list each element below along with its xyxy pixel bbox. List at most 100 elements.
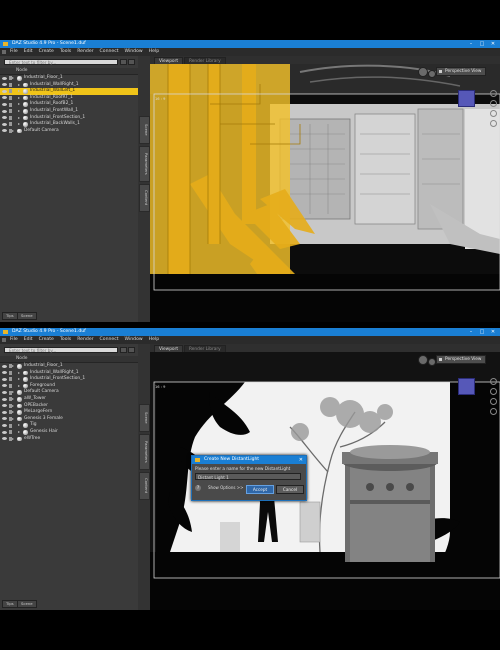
visibility-eye-icon[interactable]	[2, 109, 7, 113]
lock-icon[interactable]	[9, 430, 12, 435]
scene-tree-row[interactable]: ▸ Genesis 3 Female	[0, 416, 138, 422]
menu-window[interactable]: Window	[122, 48, 146, 56]
visibility-eye-icon[interactable]	[2, 364, 7, 368]
scene-tree-row[interactable]: ▸ Industrial_Floor_1	[0, 363, 138, 369]
scene-tree-row[interactable]: ▸ Industrial_WallLeft_1	[0, 88, 138, 95]
visibility-eye-icon[interactable]	[2, 410, 7, 414]
lock-icon[interactable]	[9, 95, 12, 100]
tab-scene[interactable]: Scene	[17, 312, 37, 320]
minimize-button[interactable]: –	[466, 328, 476, 336]
tab-tips[interactable]: Tips	[2, 600, 18, 608]
visibility-eye-icon[interactable]	[2, 129, 7, 133]
expand-arrow-icon[interactable]: ▸	[18, 108, 20, 114]
camera-orbit-icon[interactable]	[418, 67, 428, 77]
expand-arrow-icon[interactable]: ▸	[12, 416, 14, 422]
expand-arrow-icon[interactable]: ▸	[18, 121, 20, 127]
view-cube-icon[interactable]	[458, 378, 475, 395]
rotate-view-icon[interactable]	[490, 90, 497, 97]
expand-arrow-icon[interactable]: ▸	[12, 363, 14, 369]
scene-tree-row[interactable]: ▸ OPEBacker	[0, 403, 138, 409]
dialog-close-button[interactable]: ✕	[299, 456, 303, 464]
rotate-view-icon[interactable]	[490, 378, 497, 385]
lock-icon[interactable]	[9, 370, 12, 375]
menu-edit[interactable]: Edit	[21, 48, 36, 56]
scene-tree-row[interactable]: ▸ Genesis Hair	[0, 429, 138, 435]
expand-arrow-icon[interactable]: ▸	[12, 396, 14, 402]
expand-arrow-icon[interactable]: ▸	[12, 75, 14, 81]
expand-arrow-icon[interactable]: ▸	[18, 429, 20, 435]
help-icon[interactable]: ?	[195, 485, 201, 491]
zoom-view-icon[interactable]	[490, 398, 497, 405]
visibility-eye-icon[interactable]	[2, 384, 7, 388]
lock-icon[interactable]	[9, 102, 12, 107]
expand-arrow-icon[interactable]: ▸	[18, 422, 20, 428]
menu-render[interactable]: Render	[74, 336, 96, 344]
lock-icon[interactable]	[9, 423, 12, 428]
visibility-eye-icon[interactable]	[2, 371, 7, 375]
lock-icon[interactable]	[9, 122, 12, 127]
expand-arrow-icon[interactable]: ▸	[18, 95, 20, 101]
scene-tree-row[interactable]: ▸ Industrial_RoofB2_1	[0, 101, 138, 107]
visibility-eye-icon[interactable]	[2, 377, 7, 381]
visibility-eye-icon[interactable]	[2, 397, 7, 401]
menu-connect[interactable]: Connect	[97, 48, 122, 56]
scene-search-input[interactable]: Enter text to filter by...	[4, 347, 118, 353]
close-button[interactable]: ✕	[488, 40, 498, 48]
expand-arrow-icon[interactable]: ▸	[12, 389, 14, 395]
side-tab-scene[interactable]: Scene	[139, 116, 150, 144]
expand-arrow-icon[interactable]: ▸	[12, 409, 14, 415]
view-mode-dropdown[interactable]: Perspective View	[436, 67, 487, 76]
viewport[interactable]: 16 : 9 Perspective View	[150, 64, 500, 322]
expand-arrow-icon[interactable]: ▸	[18, 88, 20, 94]
minimize-button[interactable]: –	[466, 40, 476, 48]
scene-tree-row[interactable]: ▸ eWTree	[0, 436, 138, 442]
frame-view-icon[interactable]	[490, 408, 497, 415]
visibility-eye-icon[interactable]	[2, 116, 7, 120]
visibility-eye-icon[interactable]	[2, 102, 7, 106]
expand-arrow-icon[interactable]: ▸	[18, 101, 20, 107]
menu-file[interactable]: File	[7, 48, 21, 56]
tab-scene[interactable]: Scene	[17, 600, 37, 608]
accept-button[interactable]: Accept	[246, 485, 274, 494]
menu-render[interactable]: Render	[74, 48, 96, 56]
camera-orbit-icon[interactable]	[418, 355, 428, 365]
visibility-eye-icon[interactable]	[2, 417, 7, 421]
scene-tree-row[interactable]: ▸ aW_Tower	[0, 396, 138, 402]
view-mode-dropdown[interactable]: Perspective View	[436, 355, 487, 364]
scene-tree-row[interactable]: ▸ Default Camera	[0, 389, 138, 395]
menu-tools[interactable]: Tools	[57, 336, 74, 344]
visibility-eye-icon[interactable]	[2, 437, 7, 441]
visibility-eye-icon[interactable]	[2, 96, 7, 100]
scene-tree-row[interactable]: ▸ Foreground	[0, 383, 138, 389]
visibility-eye-icon[interactable]	[2, 430, 7, 434]
translate-view-icon[interactable]	[490, 388, 497, 395]
visibility-eye-icon[interactable]	[2, 122, 7, 126]
menu-window[interactable]: Window	[122, 336, 146, 344]
zoom-view-icon[interactable]	[490, 110, 497, 117]
app-menu-icon[interactable]	[2, 338, 6, 342]
visibility-eye-icon[interactable]	[2, 76, 7, 80]
maximize-button[interactable]: □	[477, 328, 487, 336]
expand-arrow-icon[interactable]: ▸	[18, 376, 20, 382]
lock-icon[interactable]	[9, 109, 12, 114]
visibility-eye-icon[interactable]	[2, 423, 7, 427]
menu-create[interactable]: Create	[36, 336, 57, 344]
lock-icon[interactable]	[9, 89, 12, 94]
menu-file[interactable]: File	[7, 336, 21, 344]
visibility-eye-icon[interactable]	[2, 83, 7, 87]
visibility-eye-icon[interactable]	[2, 404, 7, 408]
show-options-button[interactable]: Show Options >>	[208, 485, 243, 491]
cancel-button[interactable]: Cancel	[276, 485, 304, 494]
lock-icon[interactable]	[9, 115, 12, 120]
side-tab-content[interactable]: Content	[139, 184, 150, 212]
maximize-button[interactable]: □	[477, 40, 487, 48]
menu-tools[interactable]: Tools	[57, 48, 74, 56]
scene-tree-row[interactable]: ▸ Industrial_FrontSection_1	[0, 376, 138, 382]
scene-tree-row[interactable]: ▸ Industrial_FrontWall_1	[0, 108, 138, 114]
scene-tree-row[interactable]: ▸ Default Camera	[0, 128, 138, 134]
close-button[interactable]: ✕	[488, 328, 498, 336]
menu-create[interactable]: Create	[36, 48, 57, 56]
expand-arrow-icon[interactable]: ▸	[18, 115, 20, 121]
scene-search-input[interactable]: Enter text to filter by...	[4, 59, 118, 65]
menu-help[interactable]: Help	[146, 48, 162, 56]
